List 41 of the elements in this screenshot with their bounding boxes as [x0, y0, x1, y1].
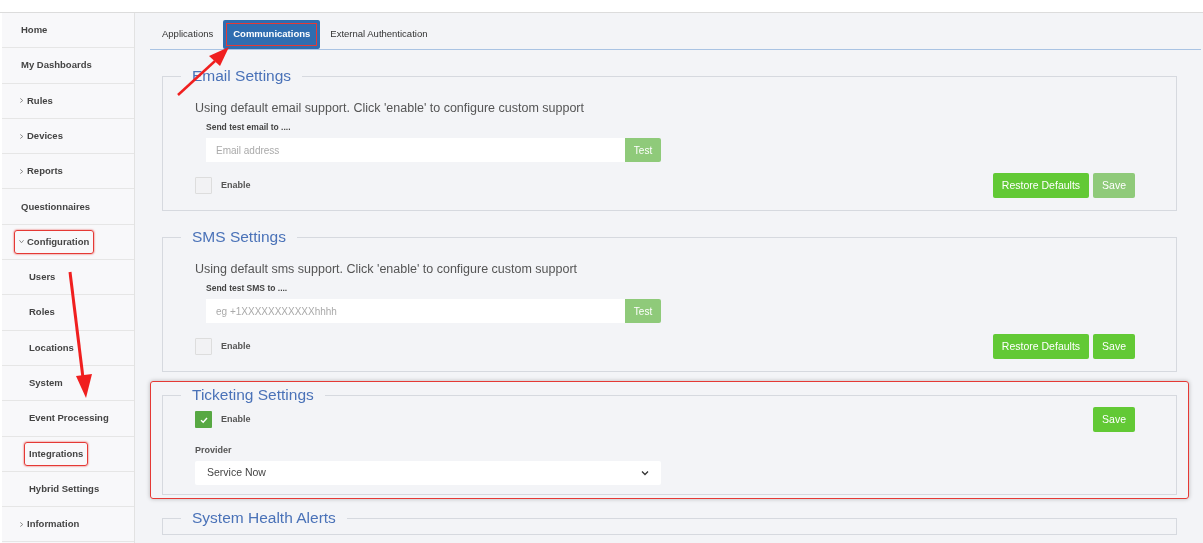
- section-description: Using default sms support. Click 'enable' to configure custom support: [195, 261, 579, 277]
- enable-checkbox[interactable]: [195, 411, 212, 428]
- section-title: Ticketing Settings: [191, 385, 315, 405]
- enable-label: Enable: [221, 339, 251, 353]
- chevron-down-icon: [641, 470, 649, 476]
- chevron-right-icon: [19, 133, 24, 139]
- section-title: SMS Settings: [191, 227, 287, 247]
- sidebar-item[interactable]: Configuration: [14, 229, 95, 255]
- sidebar-item[interactable]: Home: [16, 18, 53, 43]
- test-recipient-field[interactable]: eg +1XXXXXXXXXXXhhhh: [206, 299, 625, 323]
- field-label: Provider: [195, 444, 233, 456]
- sidebar-item[interactable]: Devices: [14, 123, 68, 149]
- sidebar-item[interactable]: My Dashboards: [16, 53, 97, 78]
- chevron-right-icon: [19, 98, 24, 104]
- field-label: Send test email to ....: [206, 121, 292, 133]
- tab[interactable]: Communications: [223, 20, 321, 49]
- provider-select[interactable]: Service Now: [195, 461, 661, 485]
- section-description: Using default email support. Click 'enable' to configure custom support: [195, 100, 585, 116]
- sidebar-item[interactable]: Integrations: [24, 441, 89, 466]
- sidebar-item[interactable]: Locations: [24, 335, 79, 360]
- sidebar-item[interactable]: System: [24, 371, 68, 396]
- sidebar-item[interactable]: Hybrid Settings: [24, 476, 105, 502]
- field-label: Send test SMS to ....: [206, 282, 289, 294]
- sidebar-item[interactable]: Users: [24, 265, 61, 290]
- chevron-right-icon: [19, 521, 24, 527]
- enable-checkbox[interactable]: [195, 177, 212, 194]
- tab[interactable]: Applications: [152, 20, 224, 49]
- enable-checkbox[interactable]: [195, 338, 212, 355]
- enable-label: Enable: [221, 412, 251, 426]
- test-recipient-field[interactable]: Email address: [206, 138, 625, 162]
- sidebar-item[interactable]: Information: [14, 512, 85, 537]
- sidebar-item[interactable]: Reports: [14, 159, 68, 184]
- tab[interactable]: External Authentication: [320, 20, 438, 49]
- chevron-right-icon: [19, 168, 24, 174]
- sidebar-item[interactable]: Event Processing: [24, 406, 114, 431]
- sidebar-item[interactable]: Questionnaires: [16, 194, 96, 219]
- chevron-down-icon: [19, 239, 24, 245]
- section-title: System Health Alerts: [191, 508, 337, 528]
- enable-label: Enable: [221, 178, 251, 192]
- sidebar-item[interactable]: Rules: [14, 88, 58, 113]
- sidebar-item[interactable]: Roles: [24, 300, 60, 325]
